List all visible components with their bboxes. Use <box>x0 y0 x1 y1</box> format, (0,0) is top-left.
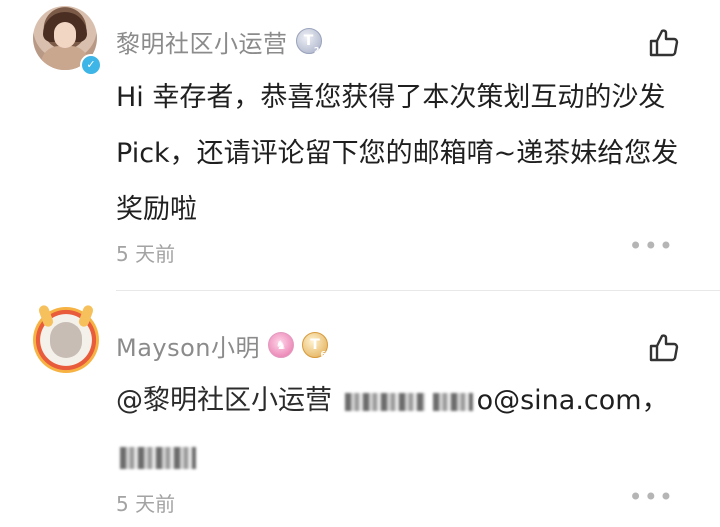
comment-item: Mayson小明 ♞ T6 @黎明社区小运营 o@sina.com， 5 天前 … <box>0 291 720 527</box>
mention-link[interactable]: @黎明社区小运营 <box>116 385 332 416</box>
thumbs-up-icon[interactable] <box>646 331 680 365</box>
comment-text: @黎明社区小运营 o@sina.com， <box>116 373 696 485</box>
user-avatar-image <box>33 303 99 373</box>
verified-check-icon: ✓ <box>80 54 102 76</box>
level-badge-icon: T6 <box>302 332 329 359</box>
name-row: Mayson小明 ♞ T6 <box>116 328 329 363</box>
redacted-email-part <box>344 392 425 411</box>
email-visible-part: o@sina.com， <box>476 385 669 416</box>
avatar[interactable]: ✓ <box>33 6 103 76</box>
timestamp: 5 天前 <box>116 492 176 516</box>
redacted-email-part <box>432 392 473 411</box>
username[interactable]: Mayson小明 <box>116 328 260 363</box>
comment-item: ✓ 黎明社区小运营 T2 Hi 幸存者，恭喜您获得了本次策划互动的沙发Pick，… <box>0 0 720 290</box>
redacted-text <box>120 446 196 469</box>
level-badge-icon: T2 <box>295 28 322 55</box>
timestamp: 5 天前 <box>116 242 176 266</box>
more-horizontal-icon[interactable]: ••• <box>629 483 674 511</box>
more-horizontal-icon[interactable]: ••• <box>629 232 674 260</box>
avatar[interactable] <box>33 303 103 377</box>
name-row: 黎明社区小运营 T2 <box>116 24 322 58</box>
username[interactable]: 黎明社区小运营 <box>116 24 288 59</box>
fan-badge-icon: ♞ <box>268 332 295 358</box>
thumbs-up-icon[interactable] <box>646 26 680 60</box>
comment-text: Hi 幸存者，恭喜您获得了本次策划互动的沙发Pick，还请评论留下您的邮箱唷~递… <box>116 82 679 225</box>
